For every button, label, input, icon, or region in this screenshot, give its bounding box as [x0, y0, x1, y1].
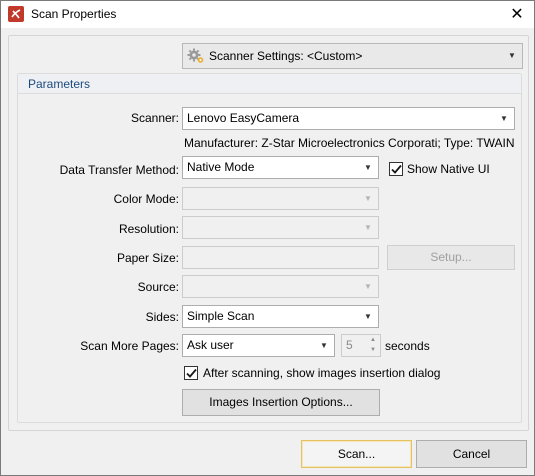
title-bar: Scan Properties ✕: [1, 1, 534, 28]
scanner-settings-label: Scanner Settings:: [209, 49, 304, 63]
chevron-down-icon: ▼: [364, 312, 372, 321]
scan-more-pages-dropdown[interactable]: Ask user ▼: [182, 334, 335, 357]
spin-up-icon[interactable]: ▲: [367, 335, 379, 345]
sides-label: Sides:: [145, 310, 179, 324]
paper-size-field[interactable]: [182, 246, 379, 269]
seconds-value: 5: [346, 338, 353, 352]
source-dropdown[interactable]: ▼: [182, 275, 379, 298]
sides-value: Simple Scan: [187, 309, 255, 323]
scanner-value: Lenovo EasyCamera: [187, 111, 300, 125]
data-transfer-value: Native Mode: [187, 160, 255, 174]
dialog-body: Scanner Settings: <Custom> ▼ Parameters …: [8, 35, 529, 431]
gear-icon: [187, 48, 205, 64]
images-insertion-options-button[interactable]: Images Insertion Options...: [182, 389, 380, 416]
color-mode-dropdown[interactable]: ▼: [182, 187, 379, 210]
data-transfer-dropdown[interactable]: Native Mode ▼: [182, 156, 379, 179]
chevron-down-icon: ▼: [364, 223, 372, 232]
show-native-ui-label: Show Native UI: [407, 162, 490, 176]
resolution-label: Resolution:: [118, 222, 179, 236]
pdf-app-icon: [8, 6, 24, 22]
window-title: Scan Properties: [31, 7, 117, 21]
show-native-ui-checkbox[interactable]: [389, 162, 403, 176]
scan-properties-dialog: Scan Properties ✕ Scanner Settings: <Cus…: [0, 0, 535, 476]
resolution-dropdown[interactable]: ▼: [182, 216, 379, 239]
check-icon: [186, 368, 197, 378]
chevron-down-icon: ▼: [500, 114, 508, 123]
chevron-down-icon: ▼: [320, 341, 328, 350]
scanner-settings-dropdown[interactable]: Scanner Settings: <Custom> ▼: [182, 43, 523, 69]
data-transfer-label: Data Transfer Method:: [59, 163, 179, 177]
cancel-button[interactable]: Cancel: [416, 440, 527, 468]
seconds-stepper[interactable]: 5 ▲ ▼: [341, 334, 381, 357]
scanner-label: Scanner:: [130, 111, 179, 125]
manufacturer-info: Manufacturer: Z-Star Microelectronics Co…: [184, 136, 515, 150]
parameters-header: Parameters: [18, 74, 521, 94]
seconds-label: seconds: [385, 339, 430, 353]
parameters-title: Parameters: [28, 77, 91, 91]
check-icon: [391, 164, 402, 174]
source-label: Source:: [137, 280, 179, 294]
scanner-dropdown[interactable]: Lenovo EasyCamera ▼: [182, 107, 515, 130]
setup-button[interactable]: Setup...: [387, 245, 515, 270]
after-scanning-checkbox[interactable]: [184, 366, 198, 380]
close-icon[interactable]: ✕: [500, 1, 534, 28]
sides-dropdown[interactable]: Simple Scan ▼: [182, 305, 379, 328]
chevron-down-icon: ▼: [364, 282, 372, 291]
scan-button[interactable]: Scan...: [301, 440, 412, 468]
scan-more-pages-value: Ask user: [187, 338, 234, 352]
paper-size-label: Paper Size:: [116, 251, 179, 265]
scanner-settings-value: <Custom>: [307, 49, 363, 63]
after-scanning-label: After scanning, show images insertion di…: [203, 366, 441, 380]
spin-down-icon[interactable]: ▼: [367, 345, 379, 355]
chevron-down-icon: ▼: [364, 163, 372, 172]
color-mode-label: Color Mode:: [113, 192, 179, 206]
chevron-down-icon: ▼: [508, 51, 516, 60]
chevron-down-icon: ▼: [364, 194, 372, 203]
scan-more-pages-label: Scan More Pages:: [80, 339, 179, 353]
